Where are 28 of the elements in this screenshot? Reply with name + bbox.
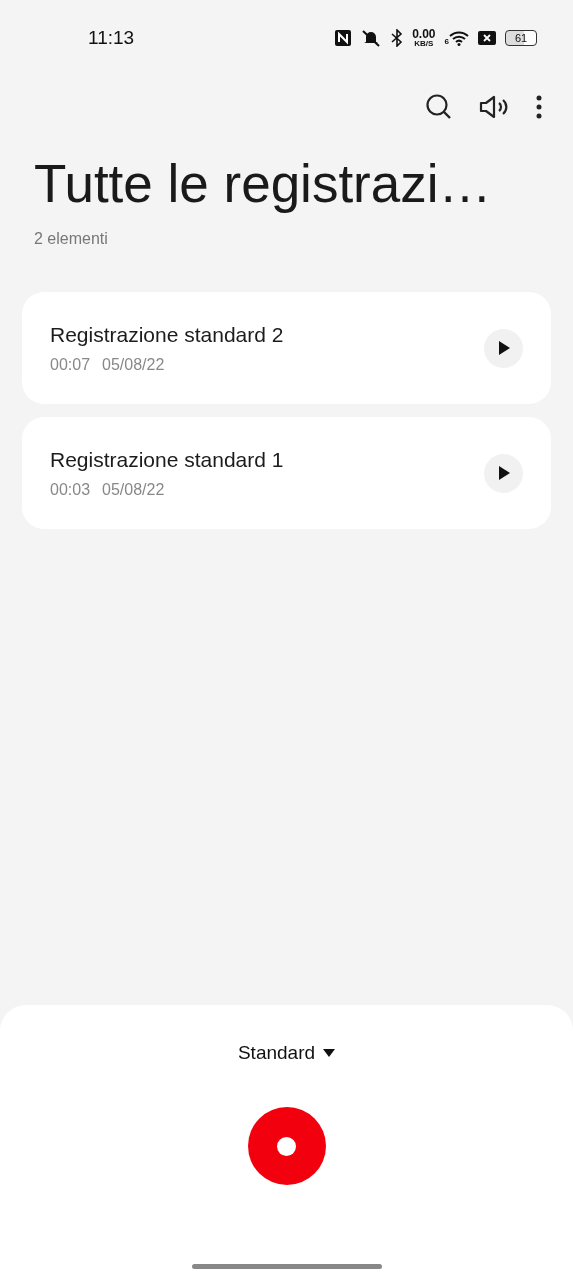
battery-level: 61: [505, 29, 537, 46]
status-time: 11:13: [88, 26, 135, 49]
bluetooth-icon: [391, 28, 404, 47]
caret-icon: [323, 1049, 336, 1057]
recording-date: 05/08/22: [102, 480, 165, 499]
item-count: 2 elementi: [34, 230, 109, 248]
page-title: Tutte le registrazi…: [34, 153, 493, 214]
recording-duration: 00:03: [50, 480, 91, 499]
dot-icon: [277, 1136, 296, 1156]
wifi-icon: [449, 29, 469, 46]
speaker-icon[interactable]: [479, 94, 509, 120]
sim-off-icon: [478, 30, 496, 45]
nfc-icon: [335, 29, 352, 46]
network-speed: 0.00 KB/S: [412, 27, 436, 48]
play-icon: [496, 465, 511, 481]
recording-card[interactable]: Registrazione standard 2 00:07 05/08/22: [22, 292, 551, 404]
mode-dropdown[interactable]: Standard: [231, 1041, 342, 1065]
play-icon: [496, 340, 511, 356]
play-button[interactable]: [484, 328, 523, 368]
search-icon[interactable]: [425, 93, 453, 121]
recording-date: 05/08/22: [102, 355, 165, 374]
recording-card[interactable]: Registrazione standard 1 00:03 05/08/22: [22, 417, 551, 529]
recording-name: Registrazione standard 1: [50, 447, 284, 472]
wifi-label: 6: [444, 36, 449, 46]
play-button[interactable]: [484, 453, 523, 493]
recording-duration: 00:07: [50, 355, 91, 374]
more-icon[interactable]: [535, 94, 543, 120]
recording-name: Registrazione standard 2: [50, 322, 284, 347]
